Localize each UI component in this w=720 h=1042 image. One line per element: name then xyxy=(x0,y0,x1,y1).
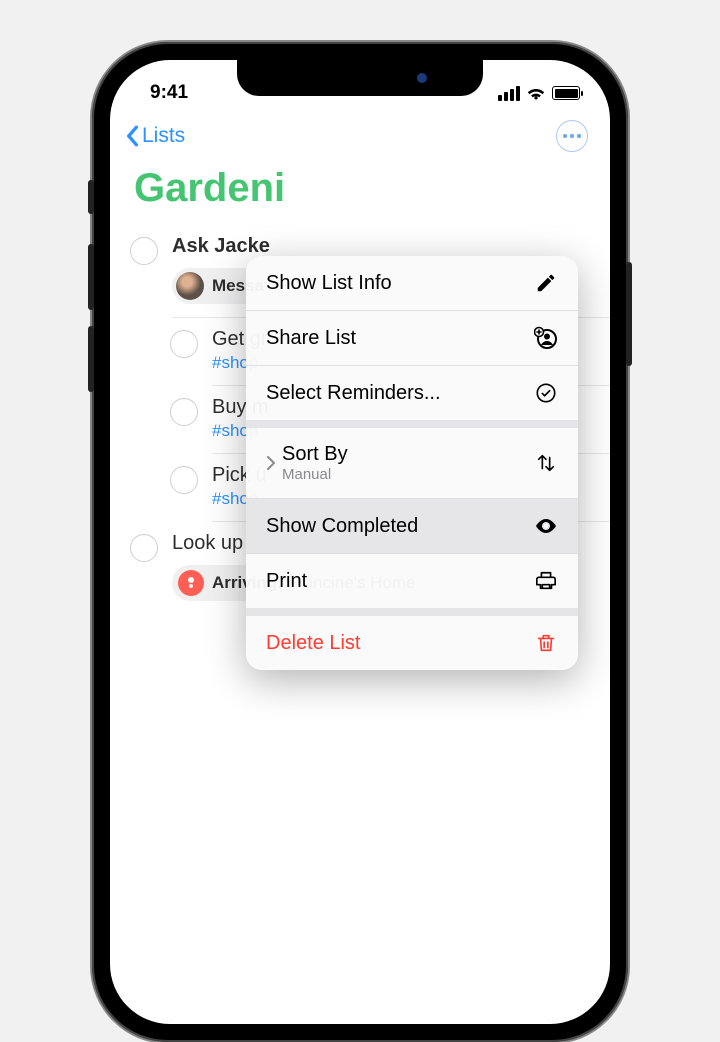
pencil-icon xyxy=(534,271,558,295)
trash-icon xyxy=(534,631,558,655)
eye-icon xyxy=(534,514,558,538)
phone-frame: 9:41 Lists xyxy=(92,42,628,1042)
menu-label: Sort By xyxy=(282,443,348,466)
menu-label: Delete List xyxy=(266,632,361,655)
menu-label: Show Completed xyxy=(266,515,418,538)
context-menu: Show List Info Share List xyxy=(246,256,578,670)
menu-label: Share List xyxy=(266,327,356,350)
menu-print[interactable]: Print xyxy=(246,554,578,616)
power-button xyxy=(626,262,632,366)
menu-label: Show List Info xyxy=(266,272,392,295)
add-person-icon xyxy=(534,326,558,350)
menu-share-list[interactable]: Share List xyxy=(246,311,578,366)
menu-sublabel: Manual xyxy=(282,466,348,483)
camera-dot xyxy=(417,73,427,83)
notch xyxy=(237,60,483,96)
menu-label: Print xyxy=(266,570,307,593)
menu-show-list-info[interactable]: Show List Info xyxy=(246,256,578,311)
chevron-right-icon xyxy=(266,456,276,470)
volume-up-button xyxy=(88,244,94,310)
menu-sort-by[interactable]: Sort By Manual xyxy=(246,428,578,499)
menu-delete-list[interactable]: Delete List xyxy=(246,616,578,670)
screen: 9:41 Lists xyxy=(110,60,610,1024)
checkmark-circle-icon xyxy=(534,381,558,405)
sort-arrows-icon xyxy=(534,451,558,475)
side-button xyxy=(88,180,94,214)
menu-label: Select Reminders... xyxy=(266,382,441,405)
menu-show-completed[interactable]: Show Completed xyxy=(246,499,578,554)
volume-down-button xyxy=(88,326,94,392)
printer-icon xyxy=(534,569,558,593)
menu-select-reminders[interactable]: Select Reminders... xyxy=(246,366,578,428)
